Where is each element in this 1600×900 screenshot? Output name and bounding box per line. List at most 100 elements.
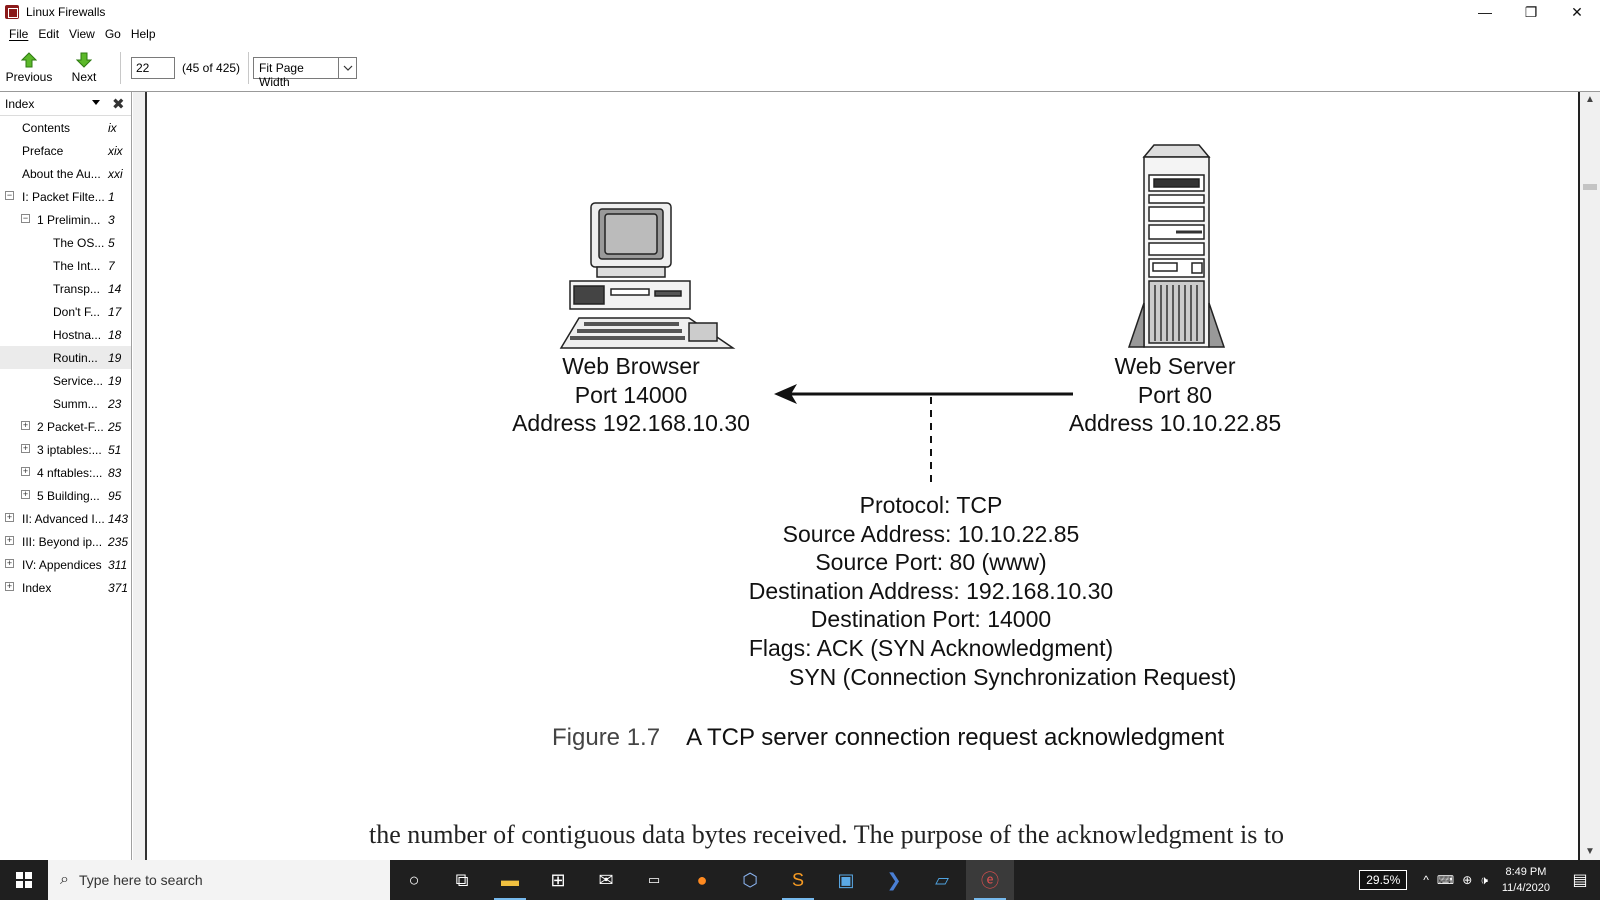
menu-view[interactable]: View bbox=[64, 27, 100, 41]
toc-item[interactable]: +4 nftables:... 83 bbox=[0, 461, 131, 484]
toc-item-page: 17 bbox=[108, 304, 122, 319]
toc-item-label: 1 Prelimin... bbox=[37, 212, 101, 227]
menu-edit[interactable]: Edit bbox=[33, 27, 64, 41]
toc-item[interactable]: Service... 19 bbox=[0, 369, 131, 392]
zoom-select[interactable]: Fit Page Width bbox=[253, 56, 358, 89]
close-button[interactable]: ✕ bbox=[1554, 0, 1600, 24]
minimize-button[interactable]: — bbox=[1462, 0, 1508, 24]
toc-item[interactable]: Don't F... 17 bbox=[0, 300, 131, 323]
remote-desktop-icon[interactable]: ▣ bbox=[822, 860, 870, 900]
collapse-icon[interactable]: − bbox=[21, 214, 30, 223]
toc-item[interactable]: −1 Prelimin... 3 bbox=[0, 208, 131, 231]
terminal-icon[interactable]: ▭ bbox=[630, 860, 678, 900]
task-view-icon[interactable]: ⧉ bbox=[438, 860, 486, 900]
previous-button[interactable]: Previous bbox=[0, 46, 58, 90]
toc-item-label: IV: Appendices bbox=[22, 557, 102, 572]
close-icon[interactable]: ✖ bbox=[112, 95, 125, 113]
scroll-up-icon[interactable]: ▲ bbox=[1584, 94, 1596, 106]
toc-item-page: 51 bbox=[108, 442, 122, 457]
server-port: Port 80 bbox=[1137, 381, 1213, 408]
packet-details: Protocol: TCP Source Address: 10.10.22.8… bbox=[709, 491, 1153, 662]
mail-icon[interactable]: ✉ bbox=[582, 860, 630, 900]
sublime-text-icon[interactable]: S bbox=[774, 860, 822, 900]
sidebar-splitter[interactable] bbox=[133, 92, 147, 860]
menu-file[interactable]: File bbox=[4, 27, 33, 41]
toc-item[interactable]: Summ... 23 bbox=[0, 392, 131, 415]
pdf-reader-icon[interactable]: ⓔ bbox=[966, 860, 1014, 900]
toc-item[interactable]: Preface xix bbox=[0, 139, 131, 162]
figure-number: Figure 1.7 bbox=[552, 724, 661, 751]
toc-item-label: 5 Building... bbox=[37, 488, 100, 503]
firefox-icon[interactable]: ● bbox=[678, 860, 726, 900]
toc-item[interactable]: + IV: Appendices 311 bbox=[0, 553, 131, 576]
scroll-down-icon[interactable]: ▼ bbox=[1584, 846, 1596, 858]
client-address: Address 192.168.10.30 bbox=[512, 410, 750, 436]
collapse-icon[interactable]: − bbox=[5, 191, 14, 200]
toc-item-label: III: Beyond ip... bbox=[22, 534, 103, 549]
toc-item[interactable]: Routin... 19 bbox=[0, 346, 131, 369]
chevron-up-icon[interactable]: ^ bbox=[1423, 873, 1429, 887]
toc-item[interactable]: + II: Advanced I... 143 bbox=[0, 507, 131, 530]
scrollbar-thumb[interactable] bbox=[1583, 184, 1597, 190]
expand-icon[interactable]: + bbox=[21, 421, 30, 430]
expand-icon[interactable]: + bbox=[5, 582, 14, 591]
toc-item[interactable]: The OS... 5 bbox=[0, 231, 131, 254]
next-button[interactable]: Next bbox=[58, 46, 110, 90]
chevron-down-icon[interactable] bbox=[338, 57, 356, 78]
toc-item[interactable]: Transp... 14 bbox=[0, 277, 131, 300]
expand-icon[interactable]: + bbox=[5, 513, 14, 522]
document-view: Web Browser Port 14000 Address 192.168.1… bbox=[149, 93, 1577, 859]
clock[interactable]: 8:49 PM 11/4/2020 bbox=[1502, 864, 1550, 896]
network-icon[interactable]: ⊕ bbox=[1462, 873, 1472, 887]
toc-item[interactable]: The Int... 7 bbox=[0, 254, 131, 277]
store-icon[interactable]: ⊞ bbox=[534, 860, 582, 900]
toc-item[interactable]: − I: Packet Filte... 1 bbox=[0, 185, 131, 208]
zoom-badge[interactable]: 29.5% bbox=[1359, 870, 1408, 890]
powershell-icon[interactable]: ❯ bbox=[870, 860, 918, 900]
toolbar-separator bbox=[120, 51, 121, 84]
client-title: Web Browser bbox=[562, 353, 700, 379]
toc-item[interactable]: +3 iptables:... 51 bbox=[0, 438, 131, 461]
restore-button[interactable]: ❐ bbox=[1508, 0, 1554, 24]
expand-icon[interactable]: + bbox=[21, 467, 30, 476]
figure-caption-text: A TCP server connection request acknowle… bbox=[686, 724, 1225, 751]
vertical-scrollbar[interactable]: ▲ ▼ bbox=[1578, 92, 1600, 860]
toc-item-label: Routin... bbox=[53, 350, 98, 365]
expand-icon[interactable]: + bbox=[21, 490, 30, 499]
app-window-icon[interactable]: ▱ bbox=[918, 860, 966, 900]
toc-item-page: 14 bbox=[108, 281, 122, 296]
taskbar-search[interactable]: ⌕ Type here to search bbox=[48, 860, 390, 900]
file-explorer-icon[interactable]: ▬ bbox=[486, 860, 534, 900]
toc-item-label: Don't F... bbox=[53, 304, 100, 319]
notification-icon[interactable]: ▤ bbox=[1560, 870, 1600, 890]
toc-item-page: 83 bbox=[108, 465, 122, 480]
toc-item[interactable]: About the Au... xxi bbox=[0, 162, 131, 185]
toc-item[interactable]: + Index 371 bbox=[0, 576, 131, 599]
search-icon: ⌕ bbox=[60, 871, 69, 888]
toc-item[interactable]: + III: Beyond ip... 235 bbox=[0, 530, 131, 553]
expand-icon[interactable]: + bbox=[5, 559, 14, 568]
cortana-icon[interactable]: ○ bbox=[390, 860, 438, 900]
toc-item-page: 235 bbox=[108, 534, 129, 549]
expand-icon[interactable]: + bbox=[5, 536, 14, 545]
menu-help[interactable]: Help bbox=[126, 27, 161, 41]
volume-icon[interactable]: 🕩 bbox=[1480, 873, 1488, 888]
menu-go[interactable]: Go bbox=[100, 27, 126, 41]
server-address: Address 10.10.22.85 bbox=[1068, 410, 1282, 436]
toc-item[interactable]: +5 Building... 95 bbox=[0, 484, 131, 507]
toc-item-label: Summ... bbox=[53, 396, 98, 411]
toc-item[interactable]: +2 Packet-F... 25 bbox=[0, 415, 131, 438]
clock-time: 8:49 PM bbox=[1505, 866, 1547, 878]
toc-item[interactable]: Contents ix bbox=[0, 116, 131, 139]
dropdown-arrow-icon[interactable] bbox=[92, 100, 100, 105]
keyboard-icon[interactable]: ⌨ bbox=[1437, 873, 1454, 887]
virtualbox-icon[interactable]: ⬡ bbox=[726, 860, 774, 900]
toc-item[interactable]: Hostna... 18 bbox=[0, 323, 131, 346]
previous-label: Previous bbox=[5, 69, 53, 84]
taskbar: ⌕ Type here to search ○ ⧉ ▬ ⊞ ✉ ▭ ● ⬡ S … bbox=[0, 860, 1600, 900]
windows-start-icon[interactable] bbox=[0, 860, 48, 900]
system-tray: 29.5% ^ ⌨ ⊕ 🕩 8:49 PM 11/4/2020 ▤ bbox=[1359, 860, 1600, 900]
expand-icon[interactable]: + bbox=[21, 444, 30, 453]
page-number-input[interactable] bbox=[131, 56, 175, 79]
toc-item-label: Contents bbox=[22, 120, 71, 135]
